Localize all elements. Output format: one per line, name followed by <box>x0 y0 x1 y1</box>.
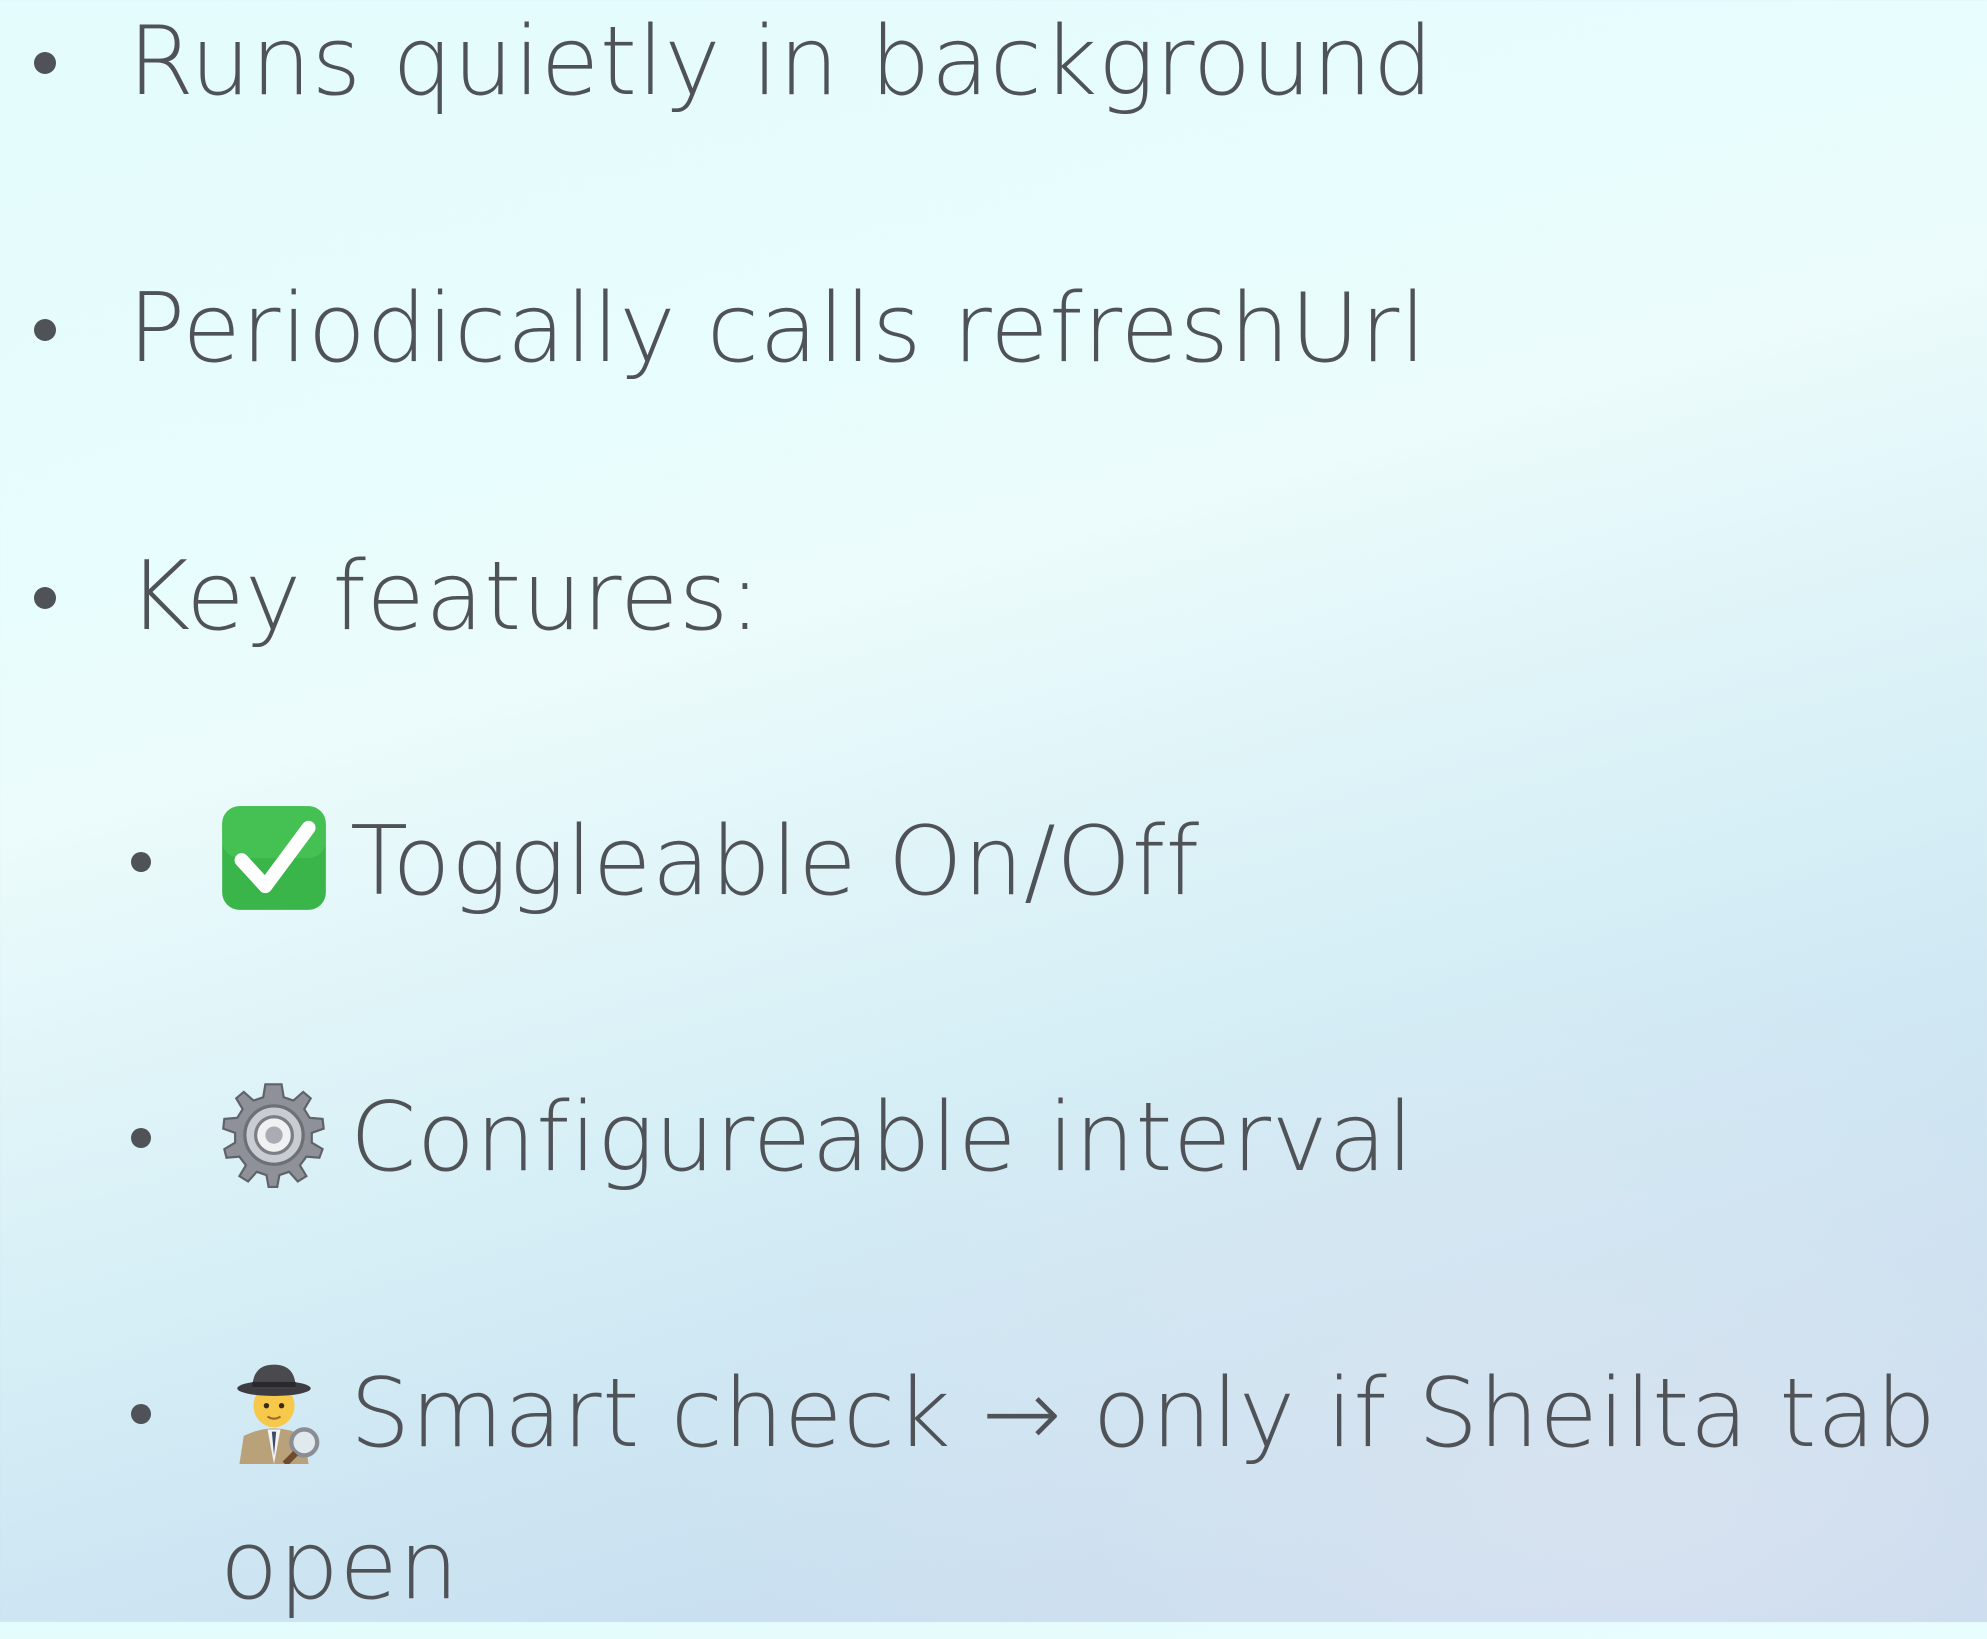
feature-text: Smart check → only if Sheilta tab <box>350 1359 1937 1469</box>
feature-text: Toggleable On/Off <box>350 807 1200 917</box>
bullet-dot <box>131 852 151 872</box>
list-item: Periodically calls refreshUrl <box>0 257 1987 402</box>
bullet-dot <box>131 1404 151 1424</box>
feature-item: Toggleable On/Off <box>0 790 1987 935</box>
bullet-text: Key features: <box>128 542 762 652</box>
list-item: Runs quietly in background <box>0 0 1987 135</box>
bullet-text: Runs quietly in background <box>128 7 1434 117</box>
bullet-text: Periodically calls refreshUrl <box>128 274 1427 384</box>
feature-text: Configureable interval <box>350 1083 1414 1193</box>
bullet-dot <box>34 52 56 74</box>
feature-item: Smart check → only if Sheilta tab <box>0 1342 1987 1487</box>
detective-icon <box>220 1356 328 1464</box>
background-glow <box>587 922 1987 1622</box>
bullet-dot <box>131 1128 151 1148</box>
list-item: Key features: <box>0 525 1987 670</box>
feature-text-continuation: open <box>220 1511 460 1621</box>
bullet-dot <box>34 587 56 609</box>
feature-item: Configureable interval <box>0 1066 1987 1211</box>
bullet-dot <box>34 319 56 341</box>
check-mark-button-icon <box>220 804 328 912</box>
gear-icon <box>220 1080 328 1188</box>
